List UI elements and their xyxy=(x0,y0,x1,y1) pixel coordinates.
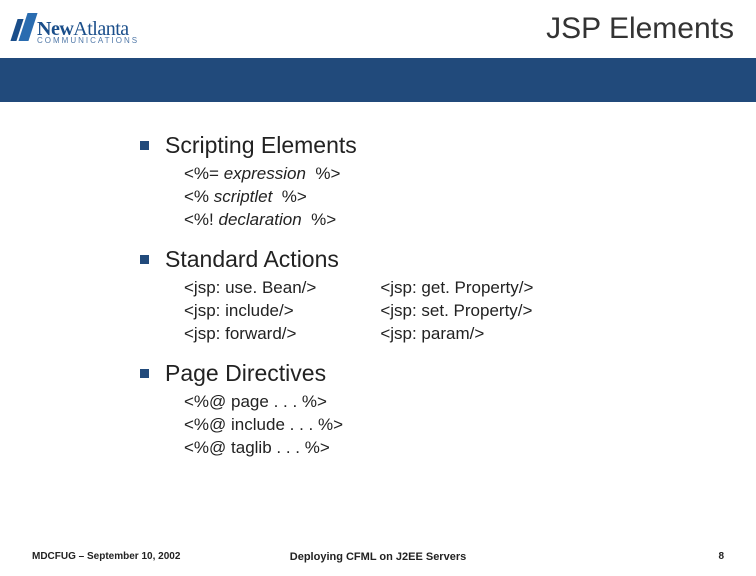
slide-header: NewAtlanta COMMUNICATIONS JSP Elements xyxy=(0,0,756,58)
logo-text: NewAtlanta COMMUNICATIONS xyxy=(37,19,139,45)
section-body: <jsp: use. Bean/> <jsp: include/> <jsp: … xyxy=(184,277,756,346)
code-line: <jsp: set. Property/> xyxy=(380,300,533,323)
code-line: <%@ taglib . . . %> xyxy=(184,437,756,460)
code-column: <jsp: get. Property/> <jsp: set. Propert… xyxy=(380,277,533,346)
code-line: <%@ page . . . %> xyxy=(184,391,756,414)
code-line: <jsp: use. Bean/> xyxy=(184,277,316,300)
footer-center: Deploying CFML on J2EE Servers xyxy=(290,551,466,563)
bullet-item: Page Directives xyxy=(140,360,756,387)
logo: NewAtlanta COMMUNICATIONS xyxy=(14,13,139,45)
square-bullet-icon xyxy=(140,369,149,378)
bullet-item: Scripting Elements xyxy=(140,132,756,159)
code-line: <jsp: param/> xyxy=(380,323,533,346)
slide-footer: MDCFUG – September 10, 2002 Deploying CF… xyxy=(0,551,756,562)
title-band xyxy=(0,58,756,102)
code-line: <%@ include . . . %> xyxy=(184,414,756,437)
square-bullet-icon xyxy=(140,255,149,264)
footer-left: MDCFUG – September 10, 2002 xyxy=(32,551,180,562)
logo-mark-icon xyxy=(14,13,33,41)
slide-title: JSP Elements xyxy=(546,12,734,46)
footer-right: 8 xyxy=(718,551,724,562)
code-column: <jsp: use. Bean/> <jsp: include/> <jsp: … xyxy=(184,277,316,346)
code-line: <%= expression %> xyxy=(184,163,756,186)
bullet-item: Standard Actions xyxy=(140,246,756,273)
code-line: <% scriptlet %> xyxy=(184,186,756,209)
code-line: <%! declaration %> xyxy=(184,209,756,232)
slide-content: Scripting Elements <%= expression %> <% … xyxy=(0,102,756,459)
square-bullet-icon xyxy=(140,141,149,150)
section-body: <%= expression %> <% scriptlet %> <%! de… xyxy=(184,163,756,232)
section-title: Page Directives xyxy=(165,360,326,387)
code-line: <jsp: forward/> xyxy=(184,323,316,346)
section-body: <%@ page . . . %> <%@ include . . . %> <… xyxy=(184,391,756,460)
section-title: Scripting Elements xyxy=(165,132,357,159)
code-line: <jsp: get. Property/> xyxy=(380,277,533,300)
section-title: Standard Actions xyxy=(165,246,339,273)
logo-subtext: COMMUNICATIONS xyxy=(37,37,139,45)
code-line: <jsp: include/> xyxy=(184,300,316,323)
